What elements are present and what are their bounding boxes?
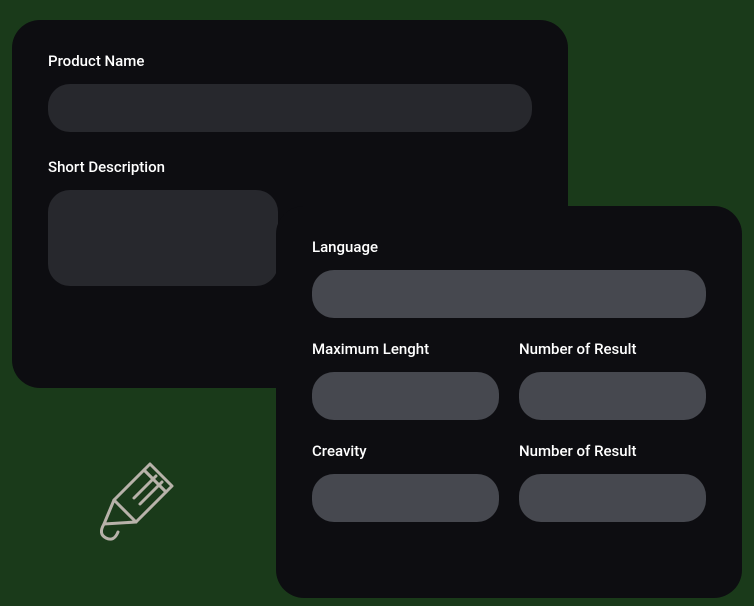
creativity-group: Creavity: [312, 442, 499, 522]
short-description-label: Short Description: [48, 158, 532, 176]
number-result-2-label: Number of Result: [519, 442, 706, 460]
number-result-1-input[interactable]: [519, 372, 706, 420]
max-length-group: Maximum Lenght: [312, 340, 499, 420]
max-length-input[interactable]: [312, 372, 499, 420]
settings-form-card: Language Maximum Lenght Number of Result…: [276, 206, 742, 598]
creativity-label: Creavity: [312, 442, 499, 460]
row-1: Maximum Lenght Number of Result: [312, 340, 706, 420]
pencil-icon: [92, 452, 192, 552]
number-result-1-label: Number of Result: [519, 340, 706, 358]
number-result-1-group: Number of Result: [519, 340, 706, 420]
row-2: Creavity Number of Result: [312, 442, 706, 522]
short-description-input[interactable]: [48, 190, 278, 286]
product-name-input[interactable]: [48, 84, 532, 132]
language-group: Language: [312, 238, 706, 318]
product-name-group: Product Name: [48, 52, 532, 132]
creativity-input[interactable]: [312, 474, 499, 522]
language-label: Language: [312, 238, 706, 256]
max-length-label: Maximum Lenght: [312, 340, 499, 358]
language-input[interactable]: [312, 270, 706, 318]
number-result-2-input[interactable]: [519, 474, 706, 522]
product-name-label: Product Name: [48, 52, 532, 70]
number-result-2-group: Number of Result: [519, 442, 706, 522]
